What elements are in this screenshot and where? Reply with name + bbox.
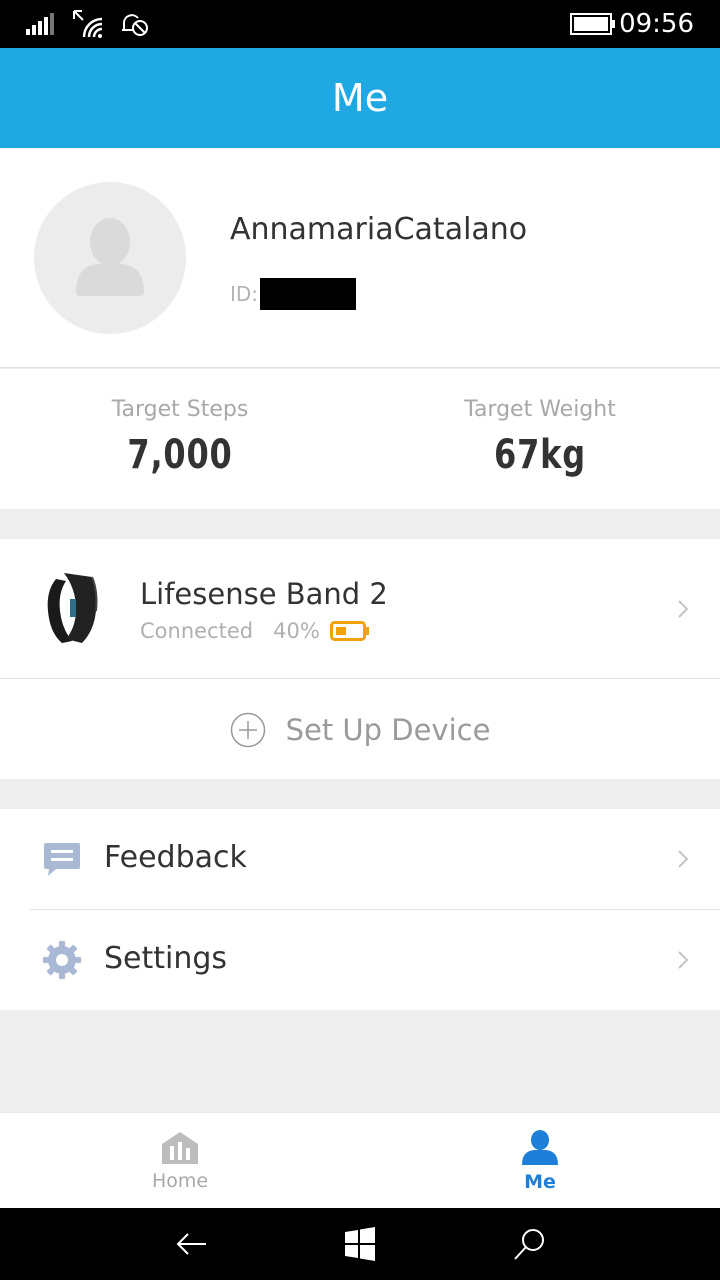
status-time: 09:56 [619,9,694,39]
add-circle-icon [230,712,265,747]
wifi-icon [72,0,106,48]
targets-section: Target Steps 7,000 Target Weight 67kg [0,369,720,509]
back-arrow-icon[interactable] [174,1226,210,1262]
home-chart-icon [162,1132,198,1164]
page-title: Me [331,76,389,120]
target-weight-value: 67kg [494,432,586,478]
target-steps-label: Target Steps [111,397,249,422]
tab-home-label: Home [151,1170,209,1192]
gear-icon [43,941,81,979]
profile-section: AnnamariaCatalano ID: [0,148,720,368]
user-id-label: ID: [230,282,259,306]
status-bar: 09:56 [0,0,720,48]
feedback-icon [44,843,80,876]
user-id: ID: [230,278,357,310]
target-weight-label: Target Weight [464,397,616,422]
menu-item-settings[interactable]: Settings [0,910,720,1010]
chevron-right-icon [678,951,689,969]
search-icon[interactable] [512,1226,548,1262]
tab-me-label: Me [524,1171,556,1193]
device-battery-percent: 40% [273,619,320,643]
alarm-off-icon [120,0,150,48]
avatar[interactable] [34,182,186,334]
device-status: Connected 40% [140,619,370,643]
device-connection-status: Connected [140,619,254,643]
device-row[interactable]: Lifesense Band 2 Connected 40% [0,539,720,679]
chevron-right-icon [678,600,689,618]
tab-home[interactable]: Home [0,1113,360,1209]
app-bar: Me [0,48,720,148]
user-icon [522,1130,558,1165]
target-steps[interactable]: Target Steps 7,000 [0,397,360,478]
system-nav-bar [0,1208,720,1280]
tab-me[interactable]: Me [360,1113,720,1209]
menu-card: Feedback Settings [0,809,720,1010]
device-card: Lifesense Band 2 Connected 40% Set Up De… [0,539,720,779]
device-name: Lifesense Band 2 [140,577,388,611]
fitness-band-icon [47,573,98,643]
username: AnnamariaCatalano [230,212,528,247]
settings-label: Settings [104,941,228,976]
menu-item-feedback[interactable]: Feedback [0,809,720,910]
setup-device-button[interactable]: Set Up Device [0,680,720,779]
feedback-label: Feedback [104,840,247,875]
signal-icon [26,0,58,48]
tab-bar: Home Me [0,1112,720,1208]
setup-device-label: Set Up Device [285,712,491,747]
battery-level-icon [329,621,369,641]
chevron-right-icon [678,850,689,868]
target-weight[interactable]: Target Weight 67kg [360,397,720,478]
target-steps-value: 7,000 [127,432,233,478]
battery-icon [570,0,616,48]
windows-start-icon[interactable] [342,1226,378,1262]
user-placeholder-icon [76,218,144,296]
user-id-redacted [260,278,357,310]
